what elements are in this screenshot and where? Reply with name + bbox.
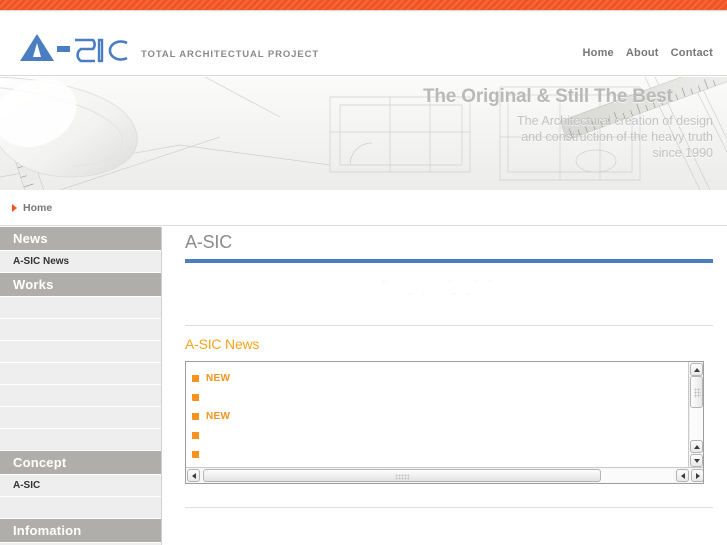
intro-glyph-4: :: [488,279,492,283]
vertical-scroll-thumb[interactable] [690,376,703,408]
nav-item-home[interactable]: Home [583,47,614,59]
new-badge: NEW [206,373,231,384]
arrow-left-icon[interactable] [676,469,689,482]
arrow-up-icon[interactable] [690,363,703,376]
intro-glyph-8: :: [467,292,471,296]
sidebar-group-header-concept: Concept [0,451,161,475]
hero-subtitle: The Architectural creation of design and… [423,113,713,161]
news-list-item[interactable] [192,426,689,445]
sidebar-group-header-news: News [0,227,161,251]
news-section-heading: A-SIC News [185,336,260,352]
sidebar-item-works-4[interactable] [0,363,161,385]
page-root: TOTAL ARCHITECTUAL PROJECT Home About Co… [0,0,727,545]
intro-glyph-1: :: [383,279,387,283]
sidebar-item-a-sic-news[interactable]: A-SIC News [0,251,161,273]
orange-square-bullet-icon [192,432,199,439]
news-list-item[interactable] [192,388,689,407]
hero-subtitle-line-3: since 1990 [652,146,713,160]
intro-glyph-5: :: [409,292,413,296]
hero-banner: The Original & Still The Best The Archit… [0,77,727,190]
sidebar-group-header-works: Works [0,273,161,297]
triangle-right-icon [12,203,17,212]
sidebar-item-works-5[interactable] [0,385,161,407]
sidebar-item-works-7[interactable] [0,429,161,451]
vertical-scrollbar[interactable] [688,362,703,468]
site-tagline: TOTAL ARCHITECTUAL PROJECT [141,49,320,60]
new-badge: NEW [206,411,231,422]
news-link[interactable] [214,449,239,460]
hero-subtitle-line-2: and construction of the heavy truth [521,130,713,144]
nav-item-about[interactable]: About [626,47,659,59]
intro-text-block: :: :: :: :: :: :: :: :: [185,263,713,325]
news-list: NEW NEW [186,362,689,469]
a-sic-logo-icon [20,34,128,63]
news-list-item[interactable]: NEW [192,407,689,426]
hero-text-block: The Original & Still The Best The Archit… [423,85,713,161]
intro-glyph-7: :: [453,292,457,296]
main-content: A-SIC :: :: :: :: :: :: :: :: A-SIC News… [163,227,727,508]
top-navigation: Home About Contact [583,47,714,59]
news-list-item[interactable]: NEW [192,369,689,388]
news-list-item[interactable] [192,445,689,464]
top-accent-bar [0,0,727,10]
breadcrumb: Home [0,190,727,226]
orange-square-bullet-icon [192,394,199,401]
horizontal-scroll-thumb[interactable] [203,469,601,482]
footer-divider [185,507,713,508]
site-header: TOTAL ARCHITECTUAL PROJECT Home About Co… [0,12,727,76]
news-link[interactable] [214,430,273,441]
orange-square-bullet-icon [192,375,199,382]
sidebar-item-works-3[interactable] [0,341,161,363]
sidebar: News A-SIC News Works Concept A-SIC Info… [0,227,162,545]
hero-title: The Original & Still The Best [423,86,673,107]
sidebar-item-concept-2[interactable] [0,497,161,519]
news-link[interactable] [238,373,299,384]
arrow-right-icon[interactable] [691,469,703,482]
news-scroll-box[interactable]: NEW NEW [185,361,704,484]
sidebar-item-a-sic[interactable]: A-SIC [0,475,161,497]
sidebar-item-works-2[interactable] [0,319,161,341]
sidebar-group-header-infomation: Infomation [0,519,161,543]
orange-square-bullet-icon [192,451,199,458]
intro-glyph-3: :: [475,279,479,283]
intro-glyph-2: :: [449,279,453,283]
nav-item-contact[interactable]: Contact [671,47,713,59]
horizontal-scrollbar[interactable] [186,467,703,483]
arrow-down-icon[interactable] [690,454,703,467]
page-title: A-SIC [185,232,233,252]
breadcrumb-item-home[interactable]: Home [23,202,52,214]
sidebar-item-works-6[interactable] [0,407,161,429]
arrow-up-icon[interactable] [690,440,703,453]
site-logo[interactable]: TOTAL ARCHITECTUAL PROJECT [17,30,319,64]
intro-glyph-6: :: [423,292,427,296]
arrow-left-icon[interactable] [187,469,200,482]
hero-subtitle-line-1: The Architectural creation of design [517,114,713,128]
orange-square-bullet-icon [192,413,199,420]
sidebar-item-works-1[interactable] [0,297,161,319]
